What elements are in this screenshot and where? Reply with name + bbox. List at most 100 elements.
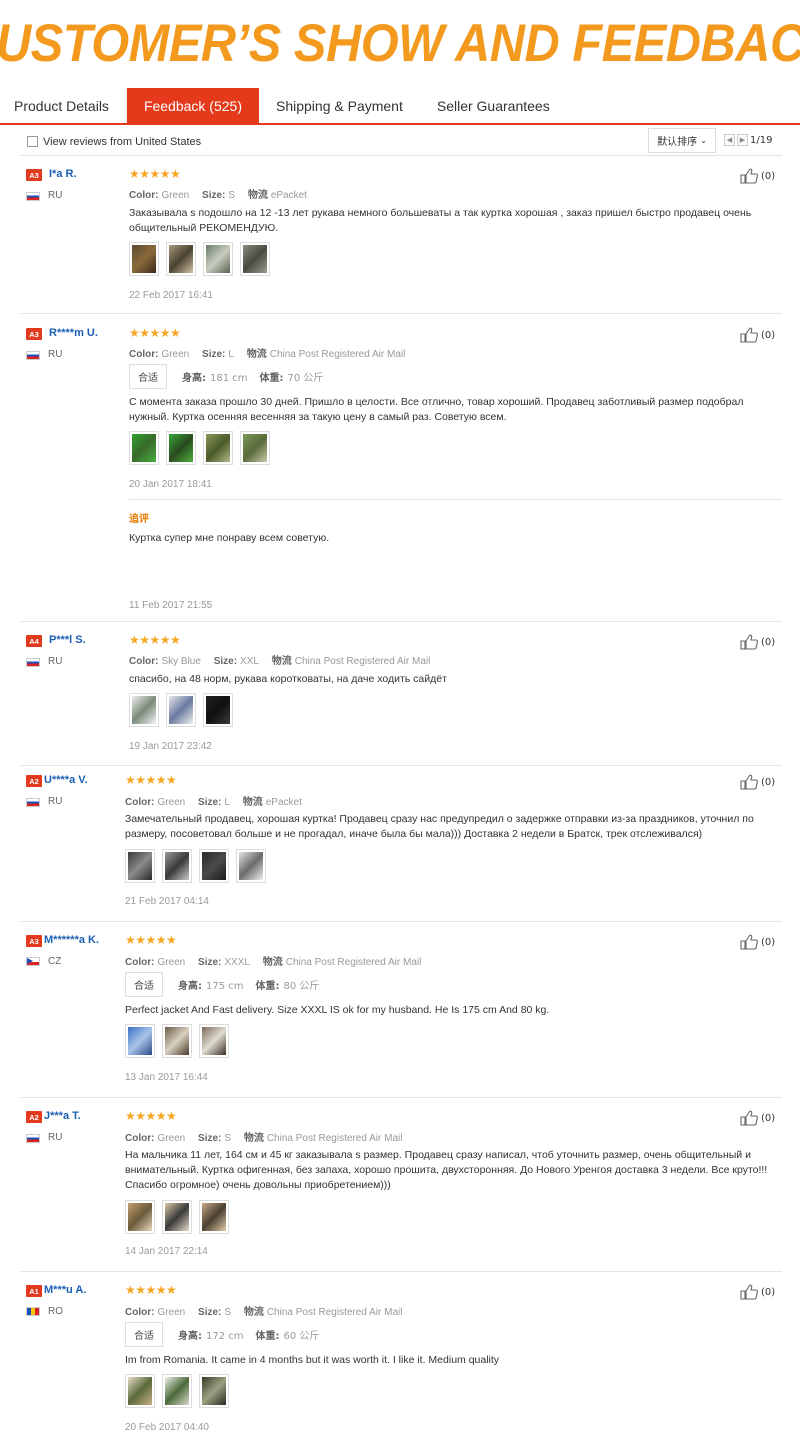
buyer-name[interactable]: U****a V. <box>44 774 88 786</box>
buyer-name[interactable]: J***a T. <box>44 1110 81 1122</box>
color-value: Green <box>157 957 186 968</box>
buyer-name[interactable]: R****m U. <box>49 327 98 339</box>
flag-ru-icon <box>26 192 40 201</box>
size-value: XXXL <box>224 957 250 968</box>
thumbs-up-icon <box>740 774 758 790</box>
like-button[interactable]: (0) <box>740 1284 775 1300</box>
like-button[interactable]: (0) <box>740 934 775 950</box>
review-photo[interactable] <box>162 1200 192 1234</box>
buyer-level-badge: A2 <box>26 775 42 787</box>
review-photo[interactable] <box>199 1024 229 1058</box>
logistics-value: China Post Registered Air Mail <box>294 656 431 667</box>
weight-info: 体重: 80 公斤 <box>256 977 320 992</box>
filter-bar: View reviews from United States 默认排序 ⌄ ◀… <box>20 128 782 156</box>
us-reviews-checkbox[interactable] <box>27 136 38 147</box>
review-photo[interactable] <box>129 431 159 465</box>
tab-feedback[interactable]: Feedback (525) <box>126 88 259 123</box>
weight-info: 体重: 60 公斤 <box>256 1327 320 1342</box>
order-props: Color: Sky Blue Size: XXL 物流 China Post Reg… <box>129 652 430 667</box>
order-props: Color: Green Size: L 物流 China Post Register… <box>129 345 405 360</box>
review-photo[interactable] <box>162 849 192 883</box>
review-photo[interactable] <box>240 431 270 465</box>
review-photo[interactable] <box>166 693 196 727</box>
color-label: Color: <box>129 349 159 360</box>
height-label: 身高: <box>178 1331 202 1342</box>
like-count: (0) <box>761 776 776 788</box>
review-photos <box>129 242 277 276</box>
logistics-label: 物流 <box>247 190 268 201</box>
review-photo[interactable] <box>162 1374 192 1408</box>
review-photo[interactable] <box>166 431 196 465</box>
review-photo[interactable] <box>199 1200 229 1234</box>
logistics-label: 物流 <box>243 1133 264 1144</box>
size-value: L <box>224 797 230 808</box>
buyer-name[interactable]: M***u A. <box>44 1284 86 1296</box>
review-photo[interactable] <box>125 1374 155 1408</box>
buyer-level-badge: A1 <box>26 1285 42 1297</box>
size-label: Size: <box>202 349 226 360</box>
buyer-name[interactable]: I*a R. <box>49 168 77 180</box>
review-photo[interactable] <box>203 431 233 465</box>
logistics-value: China Post Registered Air Mail <box>269 349 406 360</box>
review-text: С момента заказа прошло 30 дней. Пришло … <box>129 396 744 423</box>
tab-seller-guarantees[interactable]: Seller Guarantees <box>420 88 567 123</box>
review-photo[interactable] <box>236 849 266 883</box>
thumbs-up-icon <box>740 1284 758 1300</box>
sort-dropdown[interactable]: 默认排序 ⌄ <box>648 128 716 153</box>
order-props: Color: Green Size: XXXL 物流 China Post Regis… <box>125 953 421 968</box>
banner-title: CUSTOMER’S SHOW AND FEEDBACK <box>0 13 800 73</box>
additional-review-text: Куртка супер мне понраву всем советую. <box>129 532 330 544</box>
flag-cz-icon <box>26 957 40 966</box>
logistics-value: China Post Registered Air Mail <box>266 1133 403 1144</box>
prev-page-button[interactable]: ◀ <box>724 134 735 146</box>
thumbs-up-icon <box>740 168 758 184</box>
color-label: Color: <box>125 957 155 968</box>
review-item: A2 U****a V. RU ★★★★★ Color: Green Size: L… <box>20 766 782 922</box>
review-photo[interactable] <box>203 693 233 727</box>
review-photo[interactable] <box>125 1200 155 1234</box>
logistics-value: China Post Registered Air Mail <box>266 1307 403 1318</box>
logistics-value: China Post Registered Air Mail <box>285 957 422 968</box>
review-photo[interactable] <box>240 242 270 276</box>
flag-ru-icon <box>26 1134 40 1143</box>
height-info: 身高: 181 cm <box>182 369 248 384</box>
review-item: A2 J***a T. RU ★★★★★ Color: Green Size: S … <box>20 1102 782 1272</box>
review-photo[interactable] <box>125 1024 155 1058</box>
logistics-label: 物流 <box>246 349 267 360</box>
review-photo[interactable] <box>125 849 155 883</box>
height-label: 身高: <box>182 373 206 384</box>
weight-value: 70 公斤 <box>287 373 324 384</box>
buyer-name[interactable]: P***l S. <box>49 634 86 646</box>
star-rating: ★★★★★ <box>125 1109 177 1123</box>
like-button[interactable]: (0) <box>740 634 775 650</box>
buyer-level-badge: A4 <box>26 635 42 647</box>
review-photo[interactable] <box>129 693 159 727</box>
review-date: 20 Feb 2017 04:40 <box>125 1422 209 1433</box>
review-text: Заказывала s подошло на 12 -13 лет рукав… <box>129 207 752 234</box>
like-button[interactable]: (0) <box>740 327 775 343</box>
review-photo[interactable] <box>199 849 229 883</box>
order-props: Color: Green Size: L 物流 ePacket <box>125 793 302 808</box>
review-photo[interactable] <box>203 242 233 276</box>
star-rating: ★★★★★ <box>125 773 177 787</box>
flag-ru-icon <box>26 658 40 667</box>
review-date: 20 Jan 2017 18:41 <box>129 479 212 490</box>
like-button[interactable]: (0) <box>740 168 775 184</box>
next-page-button[interactable]: ▶ <box>737 134 748 146</box>
tab-shipping-payment[interactable]: Shipping & Payment <box>259 88 420 123</box>
review-photos <box>125 1024 236 1058</box>
review-photos <box>129 693 240 727</box>
review-photo[interactable] <box>129 242 159 276</box>
color-label: Color: <box>125 1133 155 1144</box>
buyer-name[interactable]: M******a K. <box>44 934 99 946</box>
like-button[interactable]: (0) <box>740 1110 775 1126</box>
logistics-value: ePacket <box>265 797 302 808</box>
review-photo[interactable] <box>199 1374 229 1408</box>
review-photo[interactable] <box>162 1024 192 1058</box>
review-text: Im from Romania. It came in 4 months but… <box>125 1354 500 1366</box>
review-date: 19 Jan 2017 23:42 <box>129 741 212 752</box>
star-rating: ★★★★★ <box>129 633 181 647</box>
like-button[interactable]: (0) <box>740 774 775 790</box>
review-photo[interactable] <box>166 242 196 276</box>
tab-product-details[interactable]: Product Details <box>0 88 127 123</box>
